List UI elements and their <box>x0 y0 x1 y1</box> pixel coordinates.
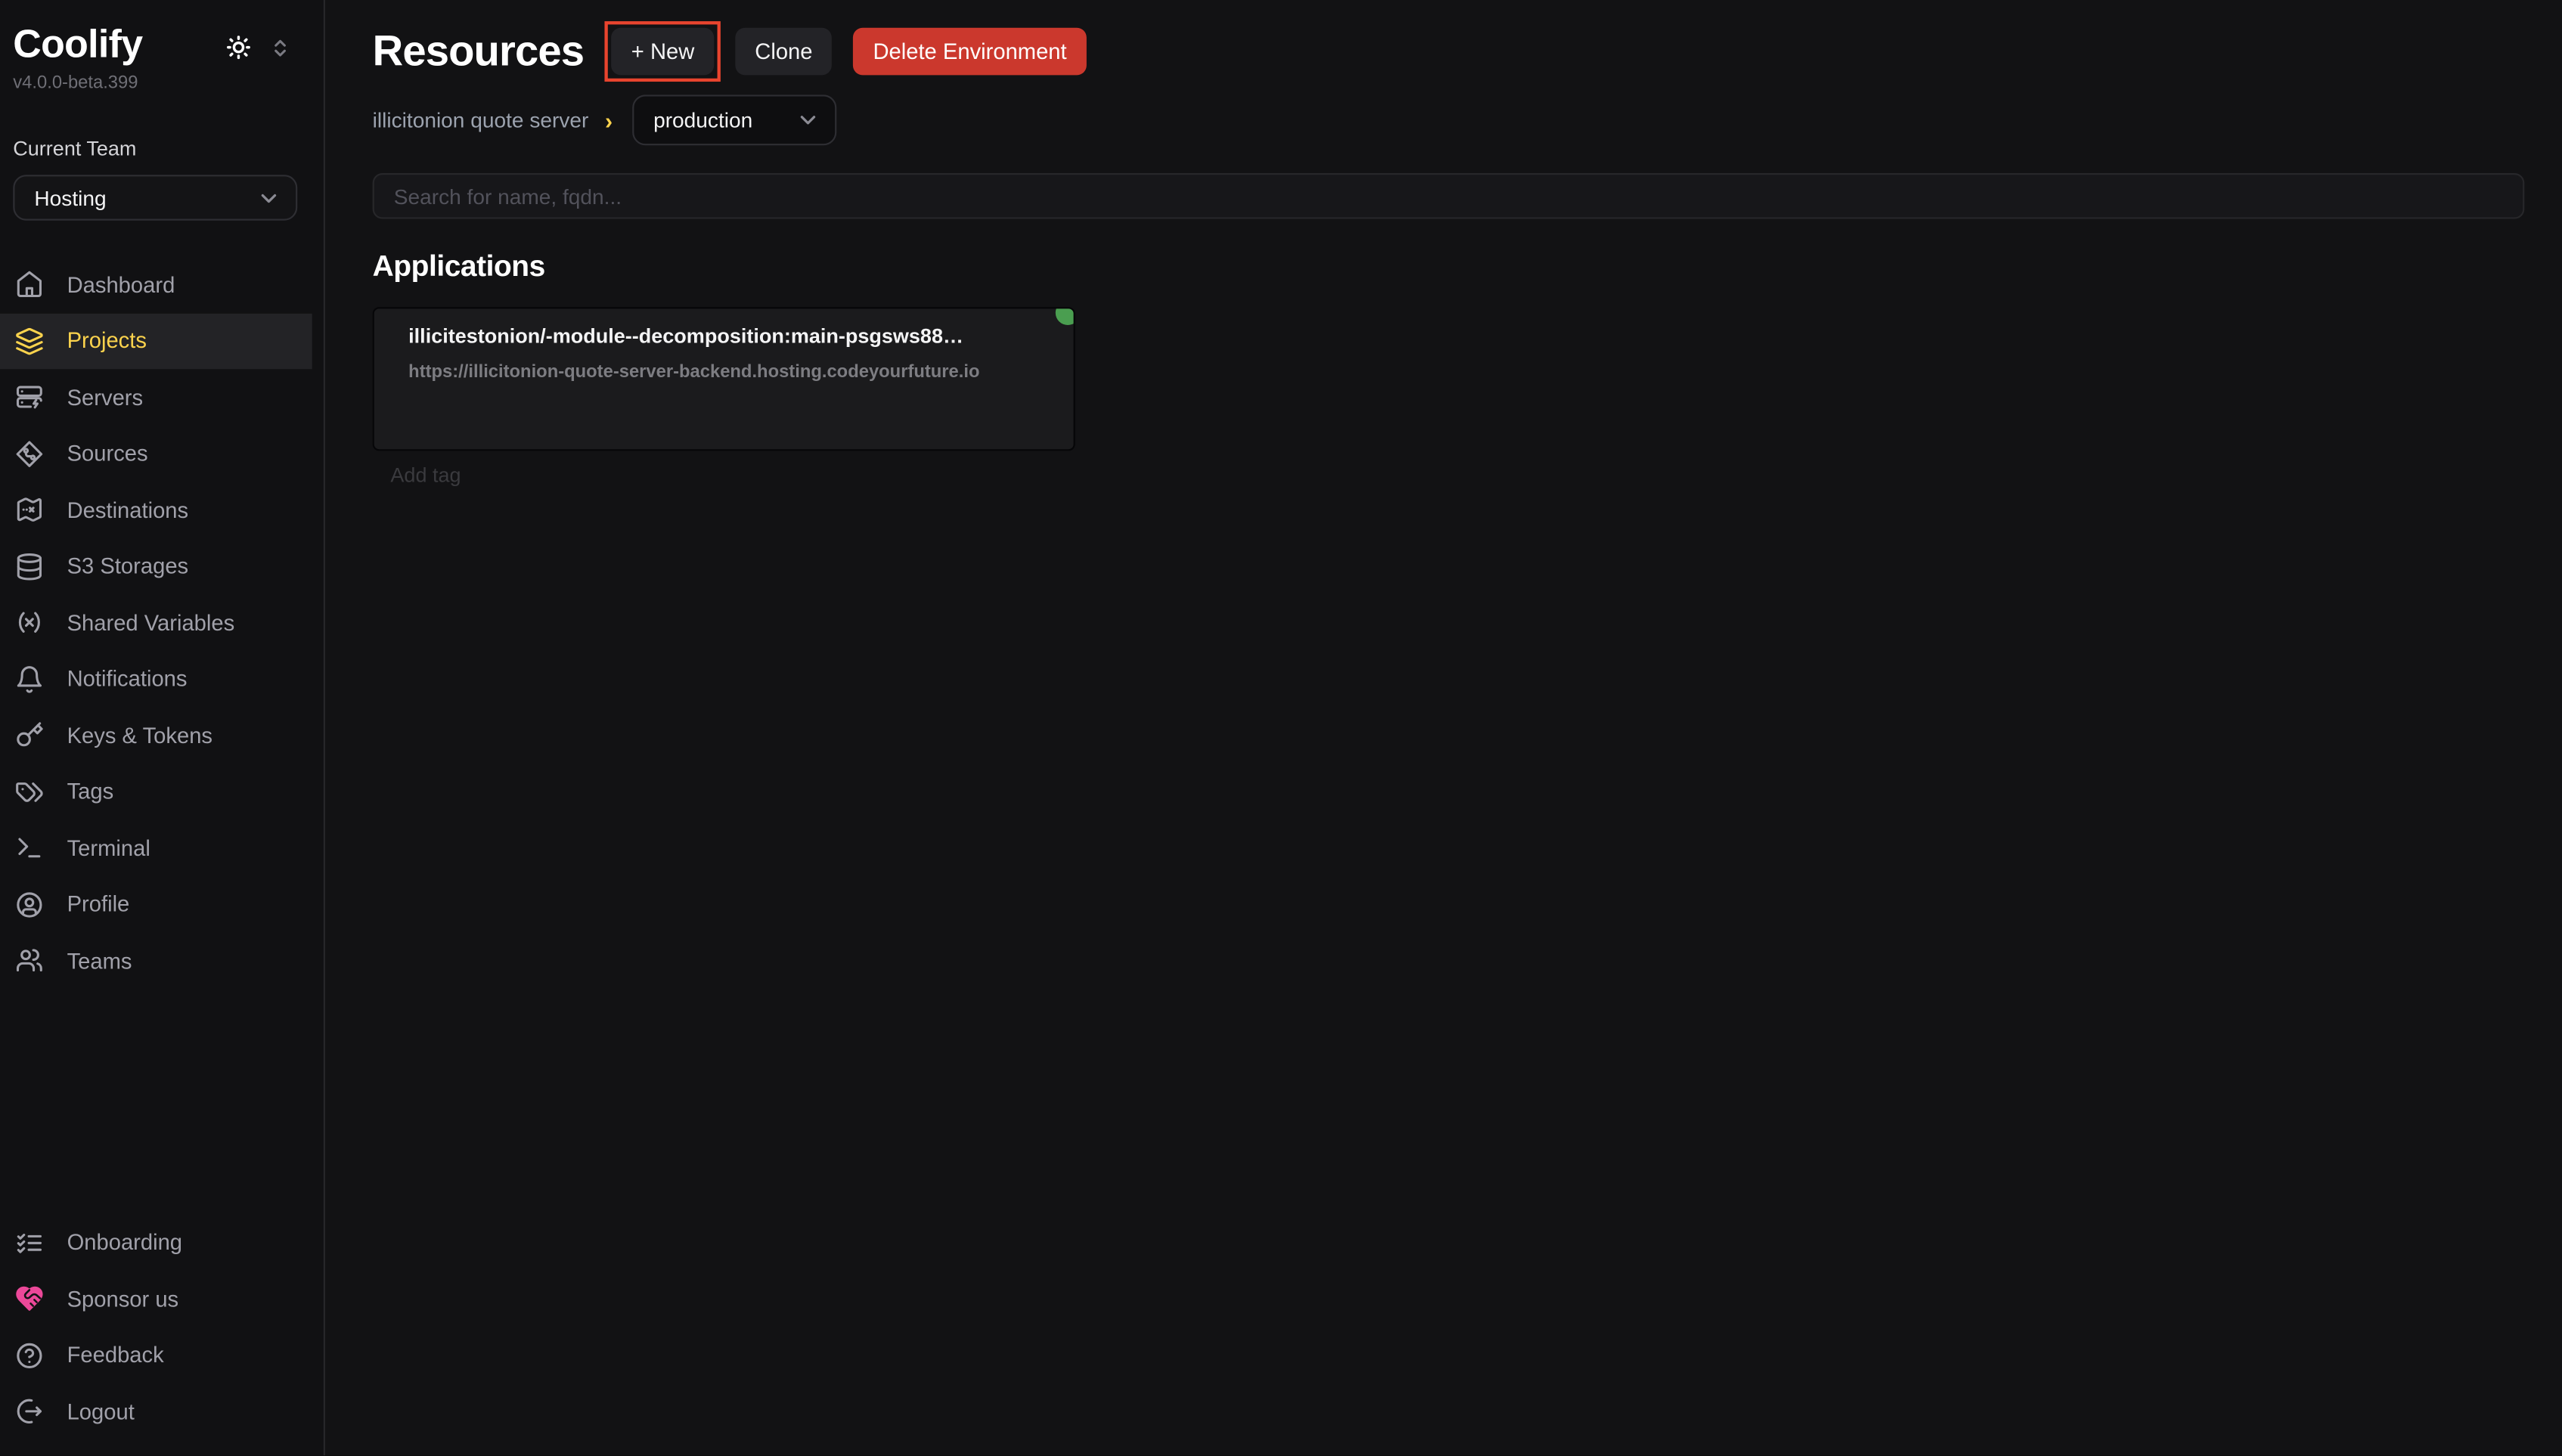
sidebar-item-teams[interactable]: Teams <box>0 933 312 990</box>
help-circle-icon <box>14 1340 44 1370</box>
chevron-down-icon <box>256 185 281 209</box>
application-url: https://illicitonion-quote-server-backen… <box>408 363 1039 383</box>
sidebar-item-projects[interactable]: Projects <box>0 313 312 370</box>
sidebar-item-destinations[interactable]: Destinations <box>0 482 312 538</box>
clone-button[interactable]: Clone <box>735 27 832 75</box>
delete-environment-button[interactable]: Delete Environment <box>854 27 1087 75</box>
sun-icon[interactable] <box>225 34 252 60</box>
layers-icon <box>14 327 44 356</box>
search-input[interactable] <box>373 173 2525 219</box>
current-team-label: Current Team <box>13 137 297 160</box>
new-button-annotation: + New <box>612 27 714 75</box>
sidebar-item-label: S3 Storages <box>67 554 189 578</box>
users-icon <box>14 946 44 976</box>
breadcrumb-project-link[interactable]: illicitonion quote server <box>373 108 589 132</box>
sidebar-item-feedback[interactable]: Feedback <box>0 1327 312 1383</box>
new-button[interactable]: + New <box>612 27 714 75</box>
sidebar-item-tags[interactable]: Tags <box>0 764 312 820</box>
sidebar-item-terminal[interactable]: Terminal <box>0 820 312 877</box>
sidebar-item-label: Dashboard <box>67 272 175 296</box>
sidebar-item-servers[interactable]: Servers <box>0 369 312 426</box>
bell-icon <box>14 664 44 694</box>
breadcrumb-chevron-icon: › <box>605 107 613 134</box>
sidebar-footer-nav: Onboarding Sponsor us Feedback Logout <box>0 1214 324 1456</box>
sidebar-item-logout[interactable]: Logout <box>0 1383 312 1440</box>
sidebar-item-label: Feedback <box>67 1343 164 1367</box>
variable-icon <box>14 608 44 637</box>
sidebar-item-sponsor-us[interactable]: Sponsor us <box>0 1271 312 1327</box>
app-logo: Coolify <box>13 23 142 68</box>
sidebar-item-label: Logout <box>67 1399 135 1423</box>
sidebar-item-profile[interactable]: Profile <box>0 876 312 933</box>
home-icon <box>14 270 44 299</box>
coolify-app: Coolify v4.0.0-beta.399 Current Team Hos… <box>0 0 2562 1456</box>
sidebar-item-label: Shared Variables <box>67 611 235 635</box>
sidebar-item-s3-storages[interactable]: S3 Storages <box>0 538 312 595</box>
sidebar-header: Coolify v4.0.0-beta.399 Current Team Hos… <box>0 0 324 221</box>
application-name: illicitestonion/-module--decomposition:m… <box>408 325 1039 348</box>
environment-select-value: production <box>653 108 752 132</box>
sidebar-nav: Dashboard Projects Servers Sources Destinati… <box>0 256 324 989</box>
checklist-icon <box>14 1228 44 1257</box>
sidebar-item-label: Terminal <box>67 836 150 860</box>
sidebar-item-label: Notifications <box>67 667 188 691</box>
application-card[interactable]: illicitestonion/-module--decomposition:m… <box>373 307 1075 451</box>
chevron-down-icon <box>796 108 820 132</box>
server-icon <box>14 383 44 412</box>
main-content: Resources + New Clone Delete Environment… <box>325 0 2562 1456</box>
user-circle-icon <box>14 890 44 919</box>
page-title: Resources <box>373 25 585 76</box>
logout-icon <box>14 1397 44 1427</box>
sidebar-item-keys-tokens[interactable]: Keys & Tokens <box>0 708 312 764</box>
team-select[interactable]: Hosting <box>13 175 297 220</box>
sidebar-item-onboarding[interactable]: Onboarding <box>0 1214 312 1271</box>
sidebar-item-label: Teams <box>67 949 132 973</box>
git-source-icon <box>14 439 44 469</box>
map-icon <box>14 495 44 525</box>
sidebar-item-sources[interactable]: Sources <box>0 426 312 482</box>
sidebar-item-label: Tags <box>67 779 114 804</box>
sidebar-item-label: Sponsor us <box>67 1287 179 1311</box>
tag-icon <box>14 777 44 807</box>
sidebar-item-label: Profile <box>67 892 130 916</box>
sidebar-item-label: Onboarding <box>67 1230 182 1254</box>
team-select-value: Hosting <box>34 185 106 209</box>
chevrons-up-down-icon[interactable] <box>270 35 291 59</box>
sidebar-item-label: Projects <box>67 329 147 353</box>
applications-heading: Applications <box>373 250 2525 284</box>
sidebar-item-notifications[interactable]: Notifications <box>0 651 312 708</box>
sidebar-item-label: Destinations <box>67 497 189 522</box>
sidebar: Coolify v4.0.0-beta.399 Current Team Hos… <box>0 0 325 1456</box>
sidebar-item-dashboard[interactable]: Dashboard <box>0 256 312 313</box>
app-version: v4.0.0-beta.399 <box>13 73 297 93</box>
heart-handshake-icon <box>14 1284 44 1314</box>
sidebar-item-label: Servers <box>67 385 144 409</box>
add-tag-input[interactable] <box>387 462 753 488</box>
environment-select[interactable]: production <box>632 94 836 145</box>
sidebar-item-label: Sources <box>67 441 148 466</box>
sidebar-item-shared-variables[interactable]: Shared Variables <box>0 594 312 651</box>
breadcrumb: illicitonion quote server › production <box>373 94 2525 145</box>
terminal-icon <box>14 834 44 863</box>
database-icon <box>14 552 44 581</box>
page-header: Resources + New Clone Delete Environment <box>373 21 2525 80</box>
key-icon <box>14 720 44 750</box>
status-running-icon <box>1056 307 1075 325</box>
sidebar-item-label: Keys & Tokens <box>67 723 212 748</box>
